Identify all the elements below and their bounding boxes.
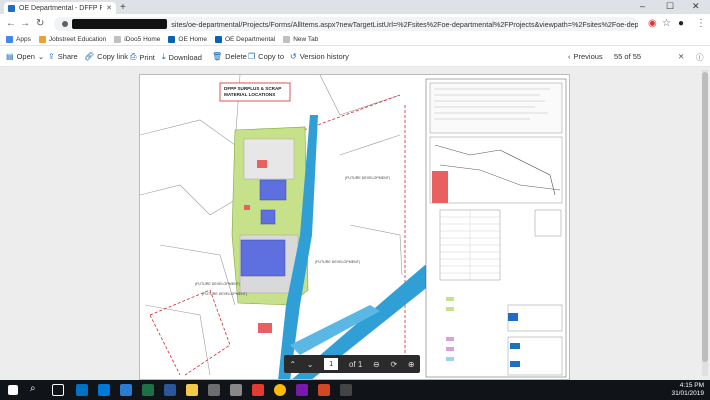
page-icon [283, 36, 291, 43]
clock-time: 4:15 PM [679, 382, 704, 389]
bookmark-jobstreet[interactable]: Jobstreet Education [38, 36, 106, 43]
tab-strip: OE Departmental - DFFP Plot S... ✕ + – ☐… [0, 0, 710, 14]
area-label: (FUTURE DEVELOPMENT) [315, 260, 360, 264]
task-view-icon[interactable] [52, 384, 64, 396]
windows-taskbar: ⌕ 4:15 PM 31/01/2019 [0, 380, 710, 400]
share-icon: ⇪ [48, 52, 55, 61]
area-label: (FUTURE DEVELOPMENT) [345, 176, 390, 180]
onenote-icon[interactable] [296, 384, 308, 396]
bookmark-new-tab[interactable]: New Tab [283, 36, 318, 43]
trash-icon: 🗑︎ [212, 52, 223, 61]
minimize-button[interactable]: – [640, 1, 645, 11]
copy-link-button[interactable]: 🔗︎ Copy link [84, 52, 128, 61]
maximize-button[interactable]: ☐ [666, 1, 674, 12]
document-toolbar: ▤ Open ⌄ ⇪ Share 🔗︎ Copy link ⎙ Print ⤓ Downlo… [0, 47, 710, 67]
address-bar[interactable]: sites/oe-departmental/Projects/Forms/All… [54, 17, 638, 31]
drawing-title-line2: MATERIAL LOCATIONS [224, 92, 275, 97]
open-icon: ▤ [6, 52, 14, 61]
sharepoint-icon [168, 36, 176, 43]
zoom-in-icon[interactable]: ⊕ [408, 360, 415, 369]
url-text[interactable]: sites/oe-departmental/Projects/Forms/All… [171, 20, 638, 29]
acrobat-icon[interactable] [252, 384, 264, 396]
app-icon[interactable] [230, 384, 242, 396]
apps-grid-icon [6, 36, 13, 43]
address-row: ← → ↻ sites/oe-departmental/Projects/For… [0, 14, 710, 34]
jobstreet-icon [38, 36, 46, 43]
copy-icon: ❐ [248, 52, 256, 61]
extension-icon[interactable]: ◉ [648, 18, 657, 29]
word-icon[interactable] [164, 384, 176, 396]
forward-arrow-icon[interactable]: → [20, 18, 30, 29]
open-button[interactable]: ▤ Open ⌄ [6, 52, 44, 61]
teams-icon[interactable] [98, 384, 110, 396]
history-icon: ↺ [290, 52, 297, 61]
site-info-icon[interactable] [62, 21, 68, 27]
reload-icon[interactable]: ↻ [36, 18, 44, 29]
page-icon [114, 36, 122, 43]
area-label: (FUTURE DEVELOPMENT) [202, 292, 247, 296]
window-close-button[interactable]: ✕ [692, 1, 700, 12]
profile-avatar-icon[interactable]: ● [678, 18, 684, 29]
file-explorer-icon[interactable] [186, 384, 198, 396]
page-number-input[interactable]: 1 [324, 358, 339, 370]
chevron-down-icon: ⌄ [37, 52, 45, 61]
back-arrow-icon[interactable]: ← [6, 18, 16, 29]
link-icon: 🔗︎ [84, 52, 95, 61]
chevron-up-icon[interactable]: ⌃ [289, 360, 296, 369]
previous-button[interactable]: ‹ Previous [568, 52, 603, 61]
sharepoint-icon [214, 36, 222, 43]
area-label: (FUTURE DEVELOPMENT) [195, 282, 240, 286]
download-icon: ⤓ [162, 52, 166, 61]
app-icon[interactable] [208, 384, 220, 396]
bookmark-oe-home[interactable]: OE Home [168, 36, 207, 43]
print-button[interactable]: ⎙ Print [130, 52, 155, 62]
rotate-icon[interactable]: ⟳ [390, 360, 397, 369]
start-icon[interactable] [8, 385, 18, 395]
info-icon[interactable]: ⓘ [696, 52, 704, 63]
chrome-icon[interactable] [274, 384, 286, 396]
new-tab-button[interactable]: + [120, 2, 126, 13]
search-icon[interactable]: ⌕ [30, 383, 42, 395]
download-button[interactable]: ⤓ Download [162, 52, 202, 62]
excel-icon[interactable] [142, 384, 154, 396]
print-icon: ⎙ [130, 52, 137, 61]
plot-drawing-page: DFPP SURPLUS & SCRAP MATERIAL LOCATIONS … [139, 74, 570, 380]
powerpoint-icon[interactable] [318, 384, 330, 396]
page-counter: 55 of 55 [614, 52, 642, 61]
bookmarks-bar: Apps Jobstreet Education iDoo5 Home OE H… [0, 34, 710, 46]
chevron-left-icon: ‹ [568, 52, 571, 61]
copy-to-button[interactable]: ❐ Copy to [248, 52, 284, 61]
edge-icon[interactable] [120, 384, 132, 396]
version-history-button[interactable]: ↺ Version history [290, 52, 349, 61]
bookmark-idoo5[interactable]: iDoo5 Home [114, 36, 160, 43]
zoom-out-icon[interactable]: ⊖ [373, 360, 380, 369]
bookmark-star-icon[interactable]: ☆ [662, 18, 671, 29]
browser-tab[interactable]: OE Departmental - DFFP Plot S... ✕ [4, 2, 116, 14]
clock-date: 31/01/2019 [671, 390, 704, 397]
share-button[interactable]: ⇪ Share [48, 52, 78, 61]
delete-button[interactable]: 🗑︎ Delete [212, 52, 247, 61]
viewer-scrollbar-thumb[interactable] [702, 72, 708, 362]
sharepoint-favicon-icon [8, 4, 15, 12]
redacted-host [71, 19, 168, 29]
drawing-title-line1: DFPP SURPLUS & SCRAP [224, 86, 281, 91]
page-controls: ⌃ ⌄ 1 of 1 ⊖ ⟳ ⊕ [284, 355, 420, 373]
app-icon[interactable] [340, 384, 352, 396]
tab-title: OE Departmental - DFFP Plot S... [19, 4, 103, 12]
bookmark-oe-departmental[interactable]: OE Departmental [214, 36, 275, 43]
site-plan-drawing: DFPP SURPLUS & SCRAP MATERIAL LOCATIONS … [140, 75, 569, 379]
chevron-down-icon[interactable]: ⌄ [307, 360, 314, 369]
chrome-menu-icon[interactable]: ⋮ [696, 18, 706, 29]
system-clock[interactable]: 4:15 PM 31/01/2019 [671, 382, 704, 398]
bookmark-apps[interactable]: Apps [6, 36, 31, 43]
tab-close-icon[interactable]: ✕ [106, 4, 112, 12]
outlook-icon[interactable] [76, 384, 88, 396]
close-viewer-icon[interactable]: ✕ [678, 52, 684, 61]
page-total: of 1 [348, 359, 363, 369]
